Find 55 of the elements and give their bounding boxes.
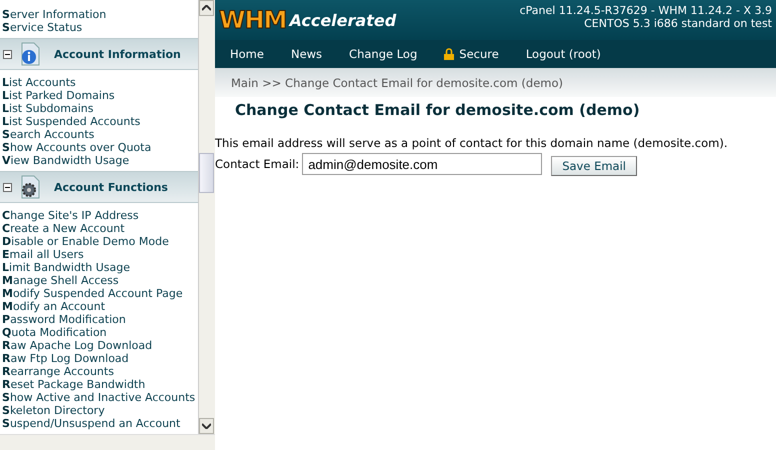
email-input-field[interactable]: admin@demosite.com <box>302 153 542 175</box>
vertical-scrollbar[interactable] <box>199 0 215 434</box>
section-header[interactable]: Account Functions <box>0 171 198 203</box>
sidebar-link[interactable]: Server Information <box>2 8 198 21</box>
sidebar-link[interactable]: List Accounts <box>2 76 198 89</box>
scroll-down-button[interactable] <box>199 418 214 434</box>
sidebar-link[interactable]: Service Status <box>2 21 198 34</box>
sidebar-link[interactable]: Modify Suspended Account Page <box>2 287 198 300</box>
sidebar-link[interactable]: Disable or Enable Demo Mode <box>2 235 198 248</box>
sidebar-link[interactable]: Modify an Account <box>2 300 198 313</box>
sidebar-link[interactable]: Email all Users <box>2 248 198 261</box>
scroll-thumb[interactable] <box>199 153 214 193</box>
logo-subtitle: Accelerated <box>289 10 396 30</box>
sidebar-link[interactable]: Quota Modification <box>2 326 198 339</box>
sidebar-link[interactable]: Limit Bandwidth Usage <box>2 261 198 274</box>
page-title: Change Contact Email for demosite.com (demo) <box>235 101 641 119</box>
sidebar-link[interactable]: Change Site's IP Address <box>2 209 198 222</box>
sidebar-link[interactable]: Rearrange Accounts <box>2 365 198 378</box>
collapse-icon[interactable] <box>3 182 12 192</box>
description-text: This email address will serve as a point of contact for this domain name (demosite.com). <box>215 136 728 150</box>
nav-link[interactable]: News <box>290 47 322 61</box>
scroll-up-button[interactable] <box>199 0 214 16</box>
section-header[interactable]: Account Information <box>0 38 198 70</box>
logo-text: WHM <box>219 6 286 34</box>
sidebar-link[interactable]: Create a New Account <box>2 222 198 235</box>
sidebar-link[interactable]: List Suspended Accounts <box>2 115 198 128</box>
sidebar-link[interactable]: Raw Ftp Log Download <box>2 352 198 365</box>
version-text: CENTOS 5.3 i686 standard on test <box>584 17 772 30</box>
version-text: cPanel 11.24.5-R37629 - WHM 11.24.2 - X 3.9 <box>520 4 772 17</box>
sidebar-link[interactable]: List Subdomains <box>2 102 198 115</box>
sidebar-link[interactable]: Suspend/Unsuspend an Account <box>2 417 198 430</box>
breadcrumb[interactable]: Main >> Change Contact Email for demosite.com (demo) <box>231 76 563 90</box>
nav-link[interactable]: Logout (root) <box>526 47 601 61</box>
field-label: Contact Email: <box>215 157 300 171</box>
sidebar-link[interactable]: List Parked Domains <box>2 89 198 102</box>
save-email-button[interactable]: Save Email <box>551 156 637 176</box>
sidebar-link[interactable]: Raw Apache Log Download <box>2 339 198 352</box>
sidebar-link[interactable]: Show Accounts over Quota <box>2 141 198 154</box>
sidebar-link[interactable]: Skeleton Directory <box>2 404 198 417</box>
caret-down-icon <box>202 423 212 429</box>
nav-link[interactable]: Secure <box>444 47 499 61</box>
sidebar-link[interactable]: Show Active and Inactive Accounts <box>2 391 198 404</box>
sidebar-link[interactable]: Search Accounts <box>2 128 198 141</box>
sidebar-link[interactable]: Reset Package Bandwidth <box>2 378 198 391</box>
lock-icon <box>444 48 454 60</box>
section-title: Account Information <box>54 48 181 60</box>
sidebar-link[interactable]: Password Modification <box>2 313 198 326</box>
horizontal-scrollbar[interactable] <box>0 434 215 450</box>
sidebar-link[interactable]: Manage Shell Access <box>2 274 198 287</box>
nav-link[interactable]: Change Log <box>349 47 418 61</box>
sidebar-link[interactable]: View Bandwidth Usage <box>2 154 198 167</box>
nav-link[interactable]: Home <box>230 47 264 61</box>
section-title: Account Functions <box>54 180 168 194</box>
caret-up-icon <box>202 5 212 11</box>
collapse-icon[interactable] <box>3 50 12 58</box>
